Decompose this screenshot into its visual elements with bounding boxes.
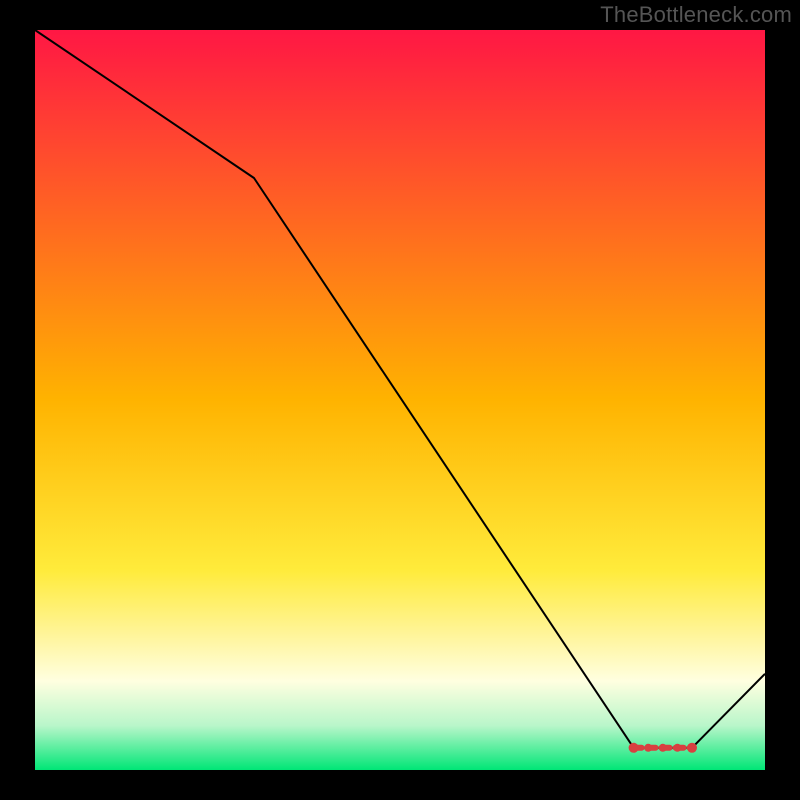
chart-plot [35,30,765,770]
marker-point [688,744,696,752]
marker-point [630,744,638,752]
chart-container: TheBottleneck.com [0,0,800,800]
marker-point [673,744,681,752]
chart-background [35,30,765,770]
marker-point [644,744,652,752]
chart-svg [35,30,765,770]
attribution-text: TheBottleneck.com [600,2,792,28]
marker-point [659,744,667,752]
